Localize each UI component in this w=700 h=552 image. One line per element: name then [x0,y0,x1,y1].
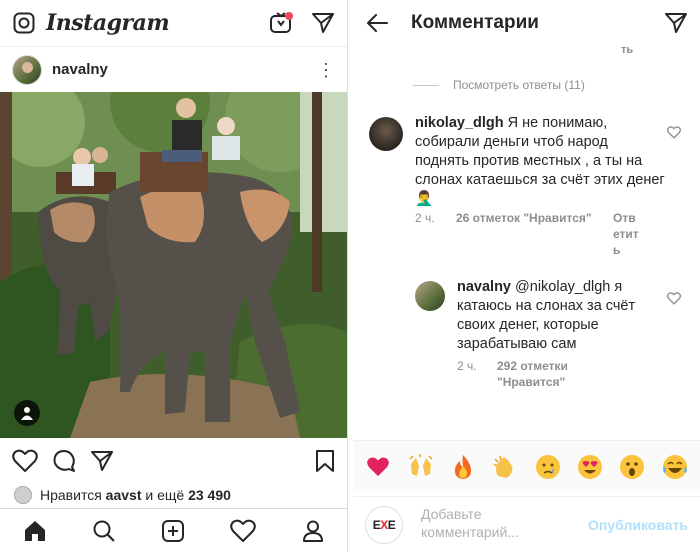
tag-people-icon[interactable] [14,400,40,426]
watermark-logo: EXE [365,505,403,544]
direct-icon[interactable] [311,11,335,35]
post-photo[interactable] [0,92,347,438]
likes-user[interactable]: aavst [106,487,142,503]
tears-of-joy-emoji[interactable] [662,454,688,480]
comment-text: nikolay_dlgh Я не понимаю, собирали день… [415,114,665,209]
likes-line: Нравится aavst и ещё 23 490 [0,484,347,506]
avatar[interactable] [369,117,403,151]
comment-input[interactable] [421,504,571,545]
profile-icon[interactable] [301,519,325,543]
comment-input-row: EXE Опубликовать [353,496,700,552]
bookmark-icon[interactable] [315,449,335,473]
surprised-face-emoji[interactable] [619,454,645,480]
heart-icon[interactable] [667,292,681,310]
direct-icon[interactable] [664,11,688,35]
more-icon[interactable]: ⋮ [317,61,335,79]
heart-icon[interactable] [667,126,681,144]
comment-time: 2 ч. [457,359,477,373]
post-header: navalny ⋮ [0,46,347,92]
heart-eyes-emoji[interactable] [577,454,603,480]
comment-likes[interactable]: 292 отметки "Нравится" [497,358,568,390]
avatar[interactable] [415,281,445,311]
comment-username[interactable]: navalny [457,279,511,295]
comment-time: 2 ч. [415,211,435,225]
heart-icon[interactable] [12,449,38,473]
publish-button[interactable]: Опубликовать [588,517,688,533]
reply-button[interactable]: Ответить [613,210,639,258]
comment-username[interactable]: nikolay_dlgh [415,115,504,131]
activity-icon[interactable] [229,519,256,543]
replies-line [413,84,439,86]
comment-icon[interactable] [52,449,76,473]
view-replies-label: Посмотреть ответы (11) [453,78,585,92]
page-title: Комментарии [411,12,539,33]
post-username[interactable]: navalny [52,61,108,78]
comments-top-bar: Комментарии [353,0,700,46]
top-bar: Instagram [0,0,347,46]
share-icon[interactable] [90,449,114,473]
likes-count[interactable]: 23 490 [188,487,231,503]
comment-likes[interactable]: 26 отметок "Нравится" [456,210,592,226]
add-icon[interactable] [161,519,185,543]
comment-text: navalny @nikolay_dlgh я катаюсь на слона… [457,278,657,354]
red-heart-emoji[interactable] [365,454,391,480]
camera-icon[interactable] [12,11,36,35]
reply-link-cut[interactable]: ть [621,44,633,56]
liker-avatar[interactable] [14,486,32,504]
likes-prefix: Нравится [40,487,102,503]
post-actions [0,440,347,482]
emoji-bar [353,440,700,492]
likes-middle: и ещё [145,487,185,503]
crying-face-emoji[interactable] [535,454,561,480]
raising-hands-emoji[interactable] [408,453,434,480]
search-icon[interactable] [92,519,116,543]
clapping-hands-emoji[interactable] [492,454,518,480]
view-replies-button[interactable]: Посмотреть ответы (11) [413,78,585,92]
avatar[interactable] [12,54,42,85]
home-icon[interactable] [23,519,47,543]
fire-emoji[interactable] [450,454,476,480]
comment-mention[interactable]: @nikolay_dlgh [515,279,610,295]
instagram-logo: Instagram [46,10,170,36]
back-arrow-icon[interactable] [365,11,389,35]
comment-item: navalny @nikolay_dlgh я катаюсь на слона… [353,278,700,398]
post-screen: Instagram navalny ⋮ Нравится aavst и ещё… [0,0,347,552]
comments-screen: Комментарии ть Посмотреть ответы (11) ni… [353,0,700,552]
igtv-icon[interactable] [269,11,293,35]
comment-item: nikolay_dlgh Я не понимаю, собирали день… [353,112,700,262]
bottom-nav [0,508,347,552]
